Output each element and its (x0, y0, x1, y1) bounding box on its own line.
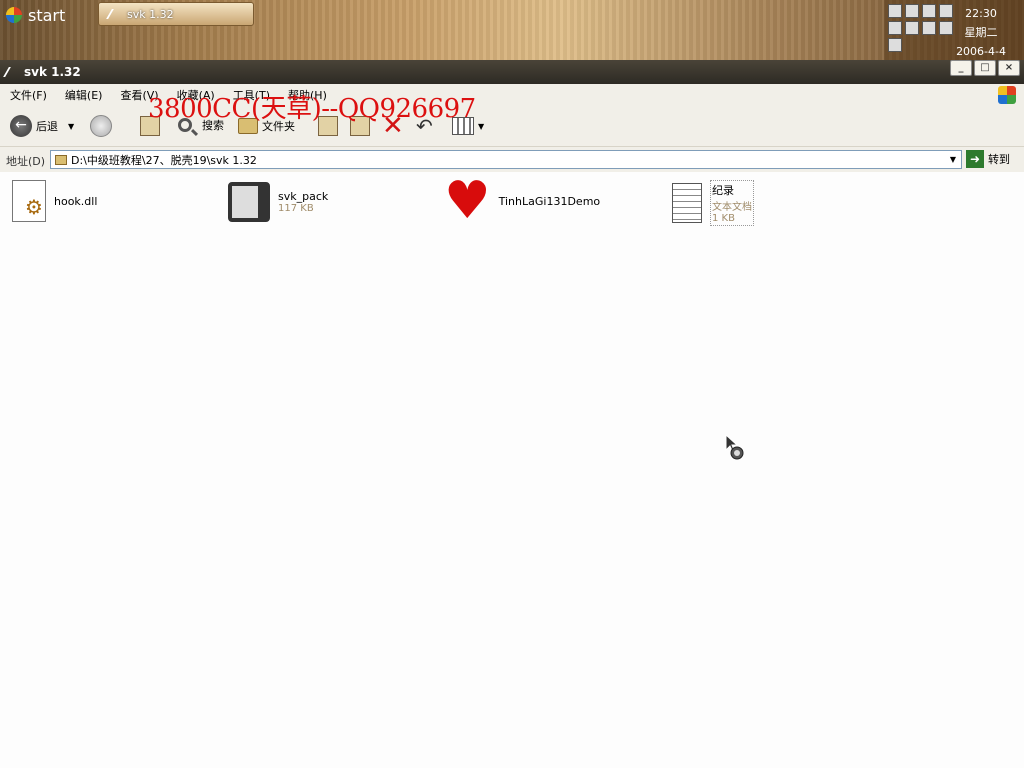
taskbar-window-label: svk 1.32 (127, 7, 174, 21)
address-value: D:\中级班教程\27、脱壳19\svk 1.32 (71, 153, 257, 167)
windows-logo-icon (6, 7, 22, 23)
taskbar-window-button[interactable]: svk 1.32 (98, 2, 254, 26)
maximize-button[interactable]: □ (974, 60, 996, 76)
tray-app-icon[interactable] (888, 38, 902, 52)
go-arrow-icon: ➜ (966, 150, 984, 168)
watermark-text: 3800CC(天草)--QQ926697 (148, 94, 476, 124)
back-button[interactable]: ← 后退 ▼ (10, 115, 74, 137)
dll-file-icon (12, 180, 46, 222)
go-label: 转到 (988, 153, 1010, 166)
address-bar: 地址(D) D:\中级班教程\27、脱壳19\svk 1.32 ▼ ➜ 转到 (0, 146, 1024, 172)
chevron-down-icon[interactable]: ▼ (947, 153, 959, 166)
tray-network-icon[interactable] (905, 4, 919, 18)
back-label: 后退 (36, 120, 58, 133)
tray-app-icon[interactable] (922, 21, 936, 35)
clock-day: 星期二 (964, 26, 998, 39)
application-icon (228, 182, 270, 222)
chevron-down-icon[interactable]: ▼ (68, 122, 74, 131)
file-item[interactable]: ♥ TinhLaGi131Demo (444, 171, 601, 231)
system-tray: 22:30 星期二 2006-4-4 (884, 0, 1024, 60)
close-button[interactable]: × (998, 60, 1020, 76)
go-button[interactable]: ➜ 转到 (966, 150, 1010, 168)
forward-arrow-icon (90, 115, 112, 137)
file-size: 1 KB (712, 213, 735, 224)
file-type: 文本文档 (712, 202, 752, 213)
file-name: hook.dll (54, 194, 98, 208)
busy-cursor-icon (725, 434, 744, 460)
back-arrow-icon: ← (10, 115, 32, 137)
tray-app-icon[interactable] (922, 4, 936, 18)
tray-volume-icon[interactable] (939, 21, 953, 35)
start-label: start (28, 5, 66, 25)
chevron-down-icon: ▼ (478, 121, 485, 131)
menu-file[interactable]: 文件(F) (0, 87, 55, 103)
file-list: hook.dll svk_pack 117 KB ♥ TinhLaGi131De… (0, 172, 1024, 768)
address-input[interactable]: D:\中级班教程\27、脱壳19\svk 1.32 ▼ (50, 150, 962, 169)
file-item[interactable]: svk_pack 117 KB (228, 182, 328, 222)
clock-time: 22:30 (965, 7, 997, 20)
minimize-button[interactable]: _ (950, 60, 972, 76)
windows-flag-icon (998, 86, 1016, 104)
file-name: svk_pack (278, 190, 329, 203)
tray-app-icon[interactable] (939, 4, 953, 18)
folder-icon (55, 154, 67, 165)
window-titlebar[interactable]: svk 1.32 _ □ × (0, 60, 1024, 84)
file-item[interactable]: 纪录 文本文档 1 KB (672, 180, 754, 226)
window-icon (106, 9, 124, 19)
menu-edit[interactable]: 编辑(E) (55, 87, 111, 103)
clock[interactable]: 22:30 星期二 2006-4-4 (956, 4, 1006, 61)
file-name: 纪录 (712, 184, 734, 197)
tray-network-icon[interactable] (888, 4, 902, 18)
start-button[interactable]: start (6, 4, 65, 26)
heart-icon: ♥ (444, 171, 491, 231)
tray-app-icon[interactable] (905, 21, 919, 35)
forward-button[interactable] (90, 115, 112, 137)
file-item[interactable]: hook.dll (12, 180, 97, 222)
file-size: 117 KB (278, 203, 314, 214)
file-name: TinhLaGi131Demo (498, 194, 601, 208)
window-title: svk 1.32 (24, 65, 81, 79)
window-icon (3, 67, 21, 77)
text-document-icon (672, 183, 702, 223)
tray-app-icon[interactable] (888, 21, 902, 35)
address-label: 地址(D) (6, 155, 46, 168)
clock-date: 2006-4-4 (956, 45, 1006, 58)
